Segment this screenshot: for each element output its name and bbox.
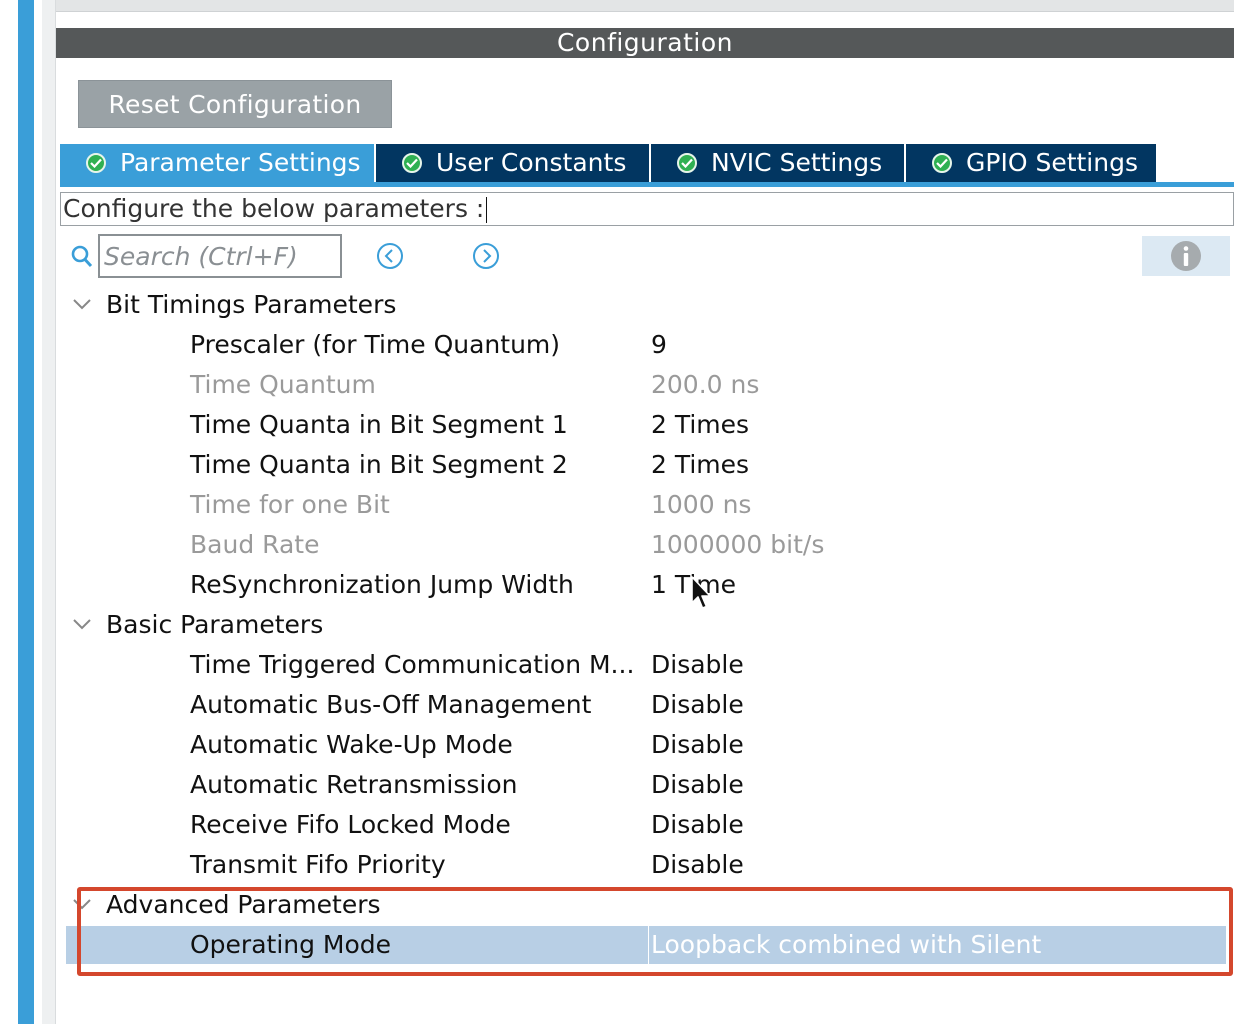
param-row-operating-mode[interactable]: Operating Mode Loopback combined with Si… <box>66 926 1226 964</box>
param-value: 9 <box>651 330 667 359</box>
section-label: Bit Timings Parameters <box>106 290 397 319</box>
param-row-receive-fifo-locked[interactable]: Receive Fifo Locked Mode Disable <box>66 805 1226 845</box>
param-value: 1 Time <box>651 570 737 599</box>
tab-underline <box>60 182 1234 187</box>
param-row-bit-segment-2[interactable]: Time Quanta in Bit Segment 2 2 Times <box>66 445 1226 485</box>
chevron-down-icon <box>73 619 91 630</box>
param-row-transmit-fifo-priority[interactable]: Transmit Fifo Priority Disable <box>66 845 1226 885</box>
param-name: Baud Rate <box>190 530 320 559</box>
param-value: 2 Times <box>651 410 750 439</box>
param-row-wake-up-mode[interactable]: Automatic Wake-Up Mode Disable <box>66 725 1226 765</box>
tab-user-constants[interactable]: User Constants <box>376 144 651 182</box>
param-name: Operating Mode <box>190 930 392 959</box>
tab-gpio-settings[interactable]: GPIO Settings <box>906 144 1156 182</box>
tab-label: User Constants <box>436 148 627 177</box>
param-row-retransmission[interactable]: Automatic Retransmission Disable <box>66 765 1226 805</box>
left-accent-bar <box>18 0 34 1024</box>
param-value: Disable <box>651 730 744 759</box>
param-row-baud-rate[interactable]: Baud Rate 1000000 bit/s <box>66 525 1226 565</box>
left-gap <box>34 0 42 1024</box>
param-row-time-triggered-communication[interactable]: Time Triggered Communication M... Disabl… <box>66 645 1226 685</box>
text-caret <box>486 197 488 223</box>
check-icon <box>402 153 422 173</box>
param-name: Time Quanta in Bit Segment 1 <box>190 410 568 439</box>
tab-bar: Parameter Settings User Constants NVIC S… <box>60 144 1156 182</box>
param-name: Transmit Fifo Priority <box>190 850 446 879</box>
param-name: Automatic Retransmission <box>190 770 518 799</box>
tab-label: Parameter Settings <box>120 148 361 177</box>
check-icon <box>677 153 697 173</box>
top-strip <box>56 0 1234 12</box>
param-value: 1000000 bit/s <box>651 530 825 559</box>
param-row-bit-segment-1[interactable]: Time Quanta in Bit Segment 1 2 Times <box>66 405 1226 445</box>
chevron-down-icon <box>73 299 91 310</box>
param-row-prescaler[interactable]: Prescaler (for Time Quantum) 9 <box>66 325 1226 365</box>
section-advanced-parameters[interactable]: Advanced Parameters <box>66 885 1226 925</box>
section-label: Advanced Parameters <box>106 890 381 919</box>
check-icon <box>86 153 106 173</box>
tab-label: NVIC Settings <box>711 148 883 177</box>
search-icon[interactable] <box>70 244 94 270</box>
param-value: Disable <box>651 770 744 799</box>
param-value: 2 Times <box>651 450 750 479</box>
param-value: Disable <box>651 690 744 719</box>
param-name: Automatic Wake-Up Mode <box>190 730 513 759</box>
reset-configuration-button[interactable]: Reset Configuration <box>78 80 392 128</box>
param-name: Time Triggered Communication M... <box>190 650 635 679</box>
param-value: Disable <box>651 850 744 879</box>
param-row-time-quantum[interactable]: Time Quantum 200.0 ns <box>66 365 1226 405</box>
param-name: Automatic Bus-Off Management <box>190 690 592 719</box>
configuration-header: Configuration <box>56 28 1234 58</box>
param-value: Disable <box>651 810 744 839</box>
info-icon <box>1171 241 1201 271</box>
param-row-time-for-one-bit[interactable]: Time for one Bit 1000 ns <box>66 485 1226 525</box>
tab-parameter-settings[interactable]: Parameter Settings <box>60 144 376 182</box>
check-icon <box>932 153 952 173</box>
param-row-resync-jump-width[interactable]: ReSynchronization Jump Width 1 Time <box>66 565 1226 605</box>
param-value: 1000 ns <box>651 490 752 519</box>
left-panel-edge <box>42 0 56 1024</box>
previous-result-icon[interactable] <box>376 242 404 270</box>
param-value: 200.0 ns <box>651 370 760 399</box>
param-name: Time Quantum <box>190 370 376 399</box>
section-bit-timings-parameters[interactable]: Bit Timings Parameters <box>66 285 1226 325</box>
search-input[interactable] <box>98 234 342 278</box>
description-field[interactable]: Configure the below parameters : <box>60 192 1234 226</box>
section-basic-parameters[interactable]: Basic Parameters <box>66 605 1226 645</box>
param-name: Receive Fifo Locked Mode <box>190 810 511 839</box>
description-text: Configure the below parameters : <box>63 194 485 223</box>
tab-label: GPIO Settings <box>966 148 1138 177</box>
param-name: Prescaler (for Time Quantum) <box>190 330 561 359</box>
param-value: Loopback combined with Silent <box>648 926 1041 964</box>
info-button[interactable] <box>1142 236 1230 276</box>
param-row-bus-off-management[interactable]: Automatic Bus-Off Management Disable <box>66 685 1226 725</box>
param-name: ReSynchronization Jump Width <box>190 570 574 599</box>
next-result-icon[interactable] <box>472 242 500 270</box>
tab-nvic-settings[interactable]: NVIC Settings <box>651 144 906 182</box>
param-name: Time Quanta in Bit Segment 2 <box>190 450 568 479</box>
section-label: Basic Parameters <box>106 610 324 639</box>
param-value: Disable <box>651 650 744 679</box>
chevron-down-icon <box>73 899 91 910</box>
param-name: Time for one Bit <box>190 490 390 519</box>
